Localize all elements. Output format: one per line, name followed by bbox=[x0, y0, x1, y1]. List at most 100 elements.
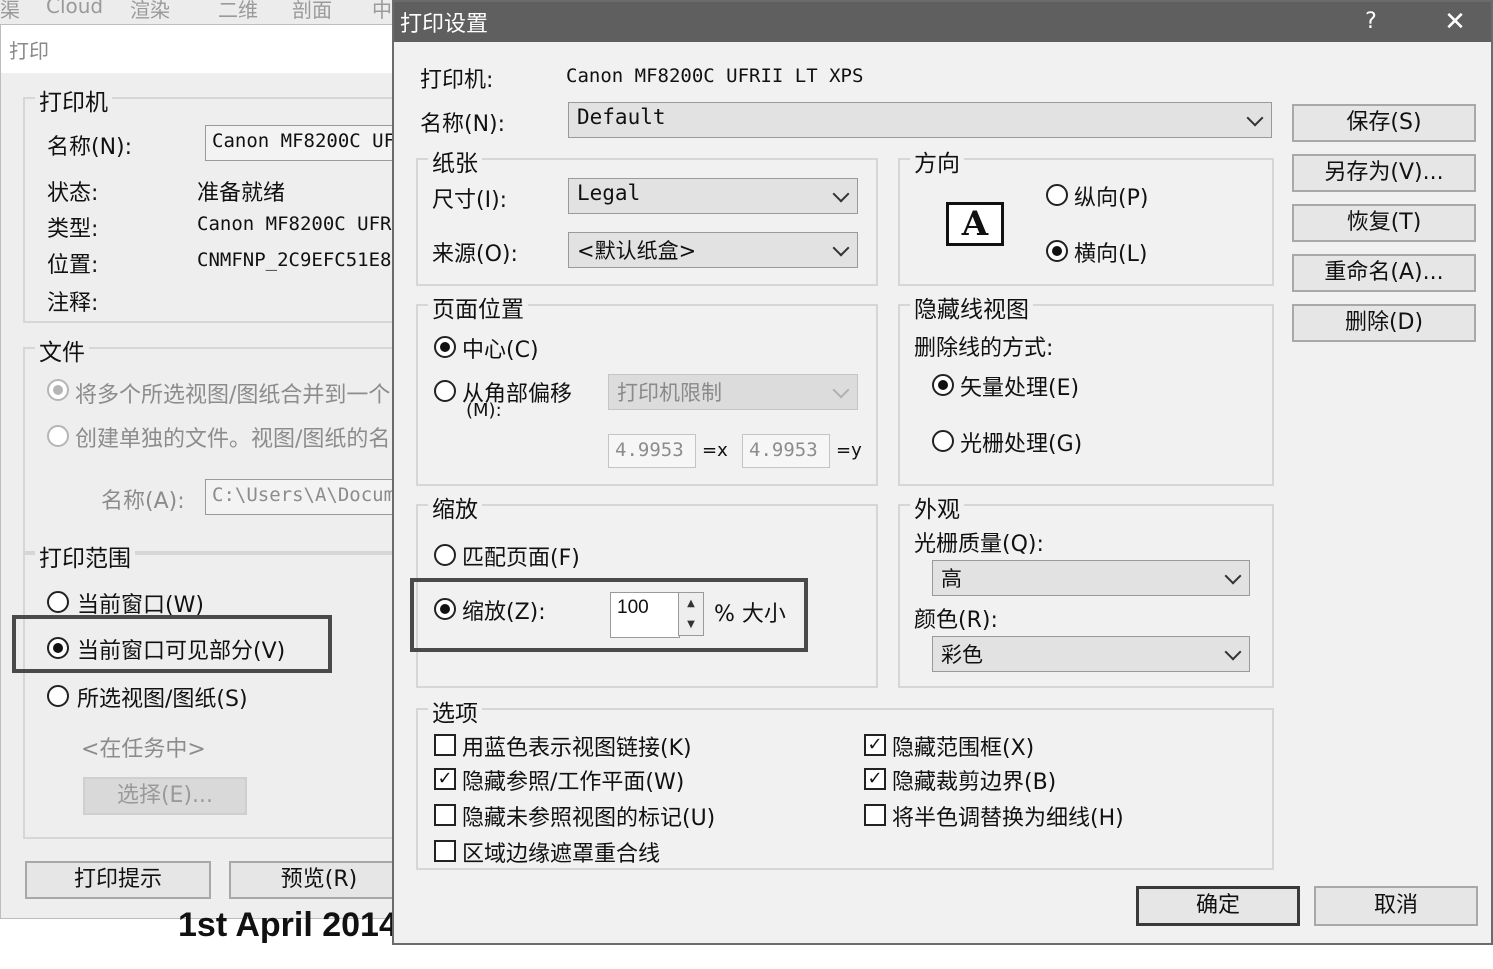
print-setup-dialog: 打印设置 ? ✕ 打印机: Canon MF8200C UFRII LT XPS… bbox=[392, 0, 1493, 945]
halftone-thin-lines-checkbox[interactable] bbox=[864, 804, 886, 826]
hidden-line-group-title: 隐藏线视图 bbox=[910, 290, 1033, 324]
paper-group-title: 纸张 bbox=[428, 144, 482, 178]
merge-files-radio[interactable] bbox=[47, 379, 69, 401]
printer-status-value: 准备就绪 bbox=[197, 181, 286, 206]
current-window-radio[interactable] bbox=[47, 591, 69, 613]
halftone-thin-lines-label: 将半色调替换为细线(H) bbox=[892, 806, 1124, 831]
hide-crop-boundaries-checkbox[interactable]: ✓ bbox=[864, 768, 886, 790]
raster-processing-radio[interactable] bbox=[932, 430, 954, 452]
raster-quality-value: 高 bbox=[941, 567, 962, 591]
preview-button[interactable]: 预览(R) bbox=[229, 861, 394, 899]
date-caption: 1st April 2014 bbox=[178, 906, 398, 944]
zoom-group-title: 缩放 bbox=[428, 490, 482, 524]
save-as-button[interactable]: 另存为(V)... bbox=[1292, 154, 1476, 192]
chevron-down-icon bbox=[832, 381, 850, 399]
ribbon-tab-fragment[interactable]: 渠 bbox=[0, 0, 20, 23]
offset-corner-radio[interactable] bbox=[434, 380, 456, 402]
close-icon[interactable]: ✕ bbox=[1429, 4, 1481, 40]
offset-corner-hotkey: (M): bbox=[466, 400, 502, 421]
vector-processing-radio[interactable] bbox=[932, 374, 954, 396]
save-button[interactable]: 保存(S) bbox=[1292, 104, 1476, 142]
revert-button[interactable]: 恢复(T) bbox=[1292, 204, 1476, 242]
raster-quality-label: 光栅质量(Q): bbox=[914, 532, 1044, 557]
colors-label: 颜色(R): bbox=[914, 608, 998, 633]
printer-group: 打印机 名称(N): Canon MF8200C UFR 状态: 准备就绪 类型… bbox=[23, 83, 395, 323]
ribbon-tab-cloud[interactable]: Cloud bbox=[46, 0, 103, 18]
region-edges-mask-label: 区域边缘遮罩重合线 bbox=[462, 842, 661, 867]
hide-unref-tags-checkbox[interactable] bbox=[434, 804, 456, 826]
file-group-title: 文件 bbox=[35, 333, 89, 367]
colors-select[interactable]: 彩色 bbox=[932, 636, 1250, 672]
zoom-highlight bbox=[410, 578, 808, 652]
file-name-input[interactable]: C:\Users\A\Docum bbox=[205, 479, 394, 515]
landscape-page-icon: A bbox=[946, 202, 1004, 246]
selected-views-radio[interactable] bbox=[47, 685, 69, 707]
selected-views-label: 所选视图/图纸(S) bbox=[77, 687, 248, 712]
print-dialog: 打印 打印机 名称(N): Canon MF8200C UFR 状态: 准备就绪… bbox=[0, 24, 395, 919]
print-range-group-title: 打印范围 bbox=[35, 539, 135, 573]
hide-crop-boundaries-label: 隐藏裁剪边界(B) bbox=[892, 770, 1057, 795]
paper-placement-group-title: 页面位置 bbox=[428, 290, 528, 324]
chevron-down-icon bbox=[1246, 109, 1264, 127]
ribbon-tab-section[interactable]: 剖面 bbox=[292, 0, 332, 23]
in-session-label: <在任务中> bbox=[81, 737, 206, 762]
orientation-group-title: 方向 bbox=[910, 144, 964, 178]
fit-page-radio[interactable] bbox=[434, 544, 456, 566]
print-tips-button[interactable]: 打印提示 bbox=[25, 861, 211, 899]
printer-location-label: 位置: bbox=[47, 253, 99, 278]
paper-source-select[interactable]: <默认纸盒> bbox=[568, 232, 858, 268]
printer-type-value: Canon MF8200C UFRI bbox=[197, 213, 395, 235]
landscape-radio[interactable] bbox=[1046, 240, 1068, 262]
offset-margin-select[interactable]: 打印机限制 bbox=[608, 374, 858, 410]
hide-ref-planes-checkbox[interactable]: ✓ bbox=[434, 768, 456, 790]
delete-button[interactable]: 删除(D) bbox=[1292, 304, 1476, 342]
offset-y-input[interactable]: 4.9953 bbox=[742, 434, 830, 468]
colors-value: 彩色 bbox=[941, 643, 983, 667]
center-radio[interactable] bbox=[434, 336, 456, 358]
help-button[interactable]: ? bbox=[1349, 4, 1393, 40]
vector-processing-label: 矢量处理(E) bbox=[960, 376, 1080, 401]
hide-scope-boxes-checkbox[interactable]: ✓ bbox=[864, 734, 886, 756]
separate-files-radio[interactable] bbox=[47, 425, 69, 447]
print-setup-title: 打印设置 bbox=[400, 12, 489, 37]
options-group: 选项 用蓝色表示视图链接(K) ✓ 隐藏参照/工作平面(W) 隐藏未参照视图的标… bbox=[416, 694, 1274, 870]
print-range-group: 打印范围 当前窗口(W) 当前窗口可见部分(V) 所选视图/图纸(S) <在任务… bbox=[23, 539, 394, 839]
ribbon-tab-2d[interactable]: 二维 bbox=[218, 0, 258, 23]
offset-x-unit: =x bbox=[702, 440, 728, 461]
setup-name-label: 名称(N): bbox=[420, 112, 506, 137]
chevron-down-icon bbox=[832, 239, 850, 257]
offset-x-input[interactable]: 4.9953 bbox=[608, 434, 696, 468]
paper-size-select[interactable]: Legal bbox=[568, 178, 858, 214]
chevron-down-icon bbox=[1224, 567, 1242, 585]
ribbon-tab-render[interactable]: 渲染 bbox=[130, 0, 170, 23]
cancel-button[interactable]: 取消 bbox=[1314, 886, 1478, 926]
printer-name-select[interactable]: Canon MF8200C UFR bbox=[205, 125, 394, 161]
raster-quality-select[interactable]: 高 bbox=[932, 560, 1250, 596]
offset-margin-value: 打印机限制 bbox=[617, 381, 722, 405]
file-group: 文件 将多个所选视图/图纸合并到一个 创建单独的文件。视图/图纸的名 名称(A)… bbox=[23, 333, 394, 553]
paper-size-label: 尺寸(I): bbox=[432, 188, 508, 213]
center-label: 中心(C) bbox=[462, 338, 539, 363]
ok-button[interactable]: 确定 bbox=[1136, 886, 1300, 926]
rename-button[interactable]: 重命名(A)... bbox=[1292, 254, 1476, 292]
printer-comment-label: 注释: bbox=[47, 291, 99, 316]
appearance-group-title: 外观 bbox=[910, 490, 964, 524]
paper-placement-group: 页面位置 中心(C) 从角部偏移 (M): 打印机限制 4.9953 =x 4.… bbox=[416, 290, 878, 486]
region-edges-mask-checkbox[interactable] bbox=[434, 840, 456, 862]
select-sheets-button[interactable]: 选择(E)... bbox=[83, 777, 247, 815]
printer-value: Canon MF8200C UFRII LT XPS bbox=[566, 65, 864, 87]
print-setup-title-bar: 打印设置 ? ✕ bbox=[394, 2, 1491, 42]
separate-files-label: 创建单独的文件。视图/图纸的名 bbox=[75, 427, 391, 452]
portrait-radio[interactable] bbox=[1046, 184, 1068, 206]
view-links-blue-label: 用蓝色表示视图链接(K) bbox=[462, 736, 692, 761]
paper-source-label: 来源(O): bbox=[432, 242, 518, 267]
setup-name-value: Default bbox=[577, 105, 666, 129]
merge-files-label: 将多个所选视图/图纸合并到一个 bbox=[75, 383, 391, 408]
chevron-down-icon bbox=[1224, 643, 1242, 661]
setup-name-select[interactable]: Default bbox=[568, 102, 1272, 138]
print-dialog-title-bar: 打印 bbox=[1, 25, 394, 73]
ribbon-tab-fragment-end[interactable]: 中 bbox=[372, 0, 392, 23]
view-links-blue-checkbox[interactable] bbox=[434, 734, 456, 756]
hide-scope-boxes-label: 隐藏范围框(X) bbox=[892, 736, 1035, 761]
fit-page-label: 匹配页面(F) bbox=[462, 546, 580, 571]
